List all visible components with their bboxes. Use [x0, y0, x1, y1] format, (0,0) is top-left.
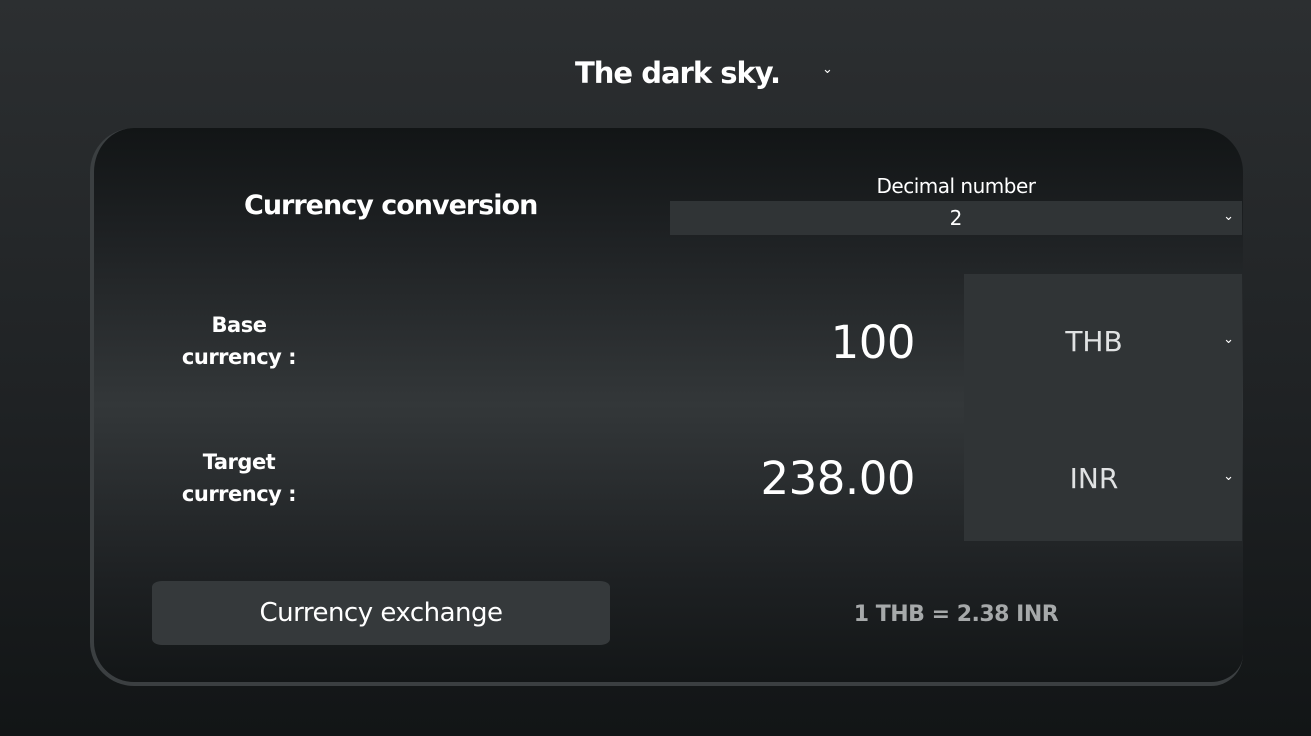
- target-currency-label: Target currency :: [164, 446, 314, 510]
- chevron-down-icon[interactable]: ⌄: [1223, 332, 1234, 347]
- decimal-number-label: Decimal number: [876, 174, 1036, 198]
- chevron-down-icon[interactable]: ⌄: [1223, 469, 1234, 484]
- base-currency-label: Base currency :: [164, 309, 314, 373]
- chevron-down-icon[interactable]: ⌄: [822, 62, 833, 77]
- target-currency-label-line1: Target: [202, 450, 276, 474]
- target-amount-output: 238.00: [760, 452, 916, 505]
- currency-select-panel: THB ⌄ INR ⌄: [964, 274, 1242, 541]
- card-title: Currency conversion: [244, 190, 538, 221]
- converter-card: Currency conversion Decimal number 2 ⌄ B…: [90, 128, 1243, 686]
- decimal-number-value[interactable]: 2: [670, 206, 1242, 230]
- decimal-number-select[interactable]: 2 ⌄: [670, 201, 1242, 235]
- base-amount-input[interactable]: 100: [831, 316, 916, 369]
- base-currency-label-line2: currency :: [181, 345, 297, 369]
- base-currency-label-line1: Base: [211, 313, 267, 337]
- theme-selector[interactable]: The dark sky. ⌄: [0, 54, 1311, 96]
- exchange-rate-text: 1 THB = 2.38 INR: [853, 602, 1059, 627]
- chevron-down-icon[interactable]: ⌄: [1223, 209, 1234, 224]
- base-currency-select[interactable]: THB: [964, 325, 1224, 358]
- target-currency-select[interactable]: INR: [964, 462, 1224, 495]
- currency-exchange-button[interactable]: Currency exchange: [152, 581, 610, 645]
- theme-select-value[interactable]: The dark sky.: [575, 56, 781, 90]
- target-currency-label-line2: currency :: [181, 482, 297, 506]
